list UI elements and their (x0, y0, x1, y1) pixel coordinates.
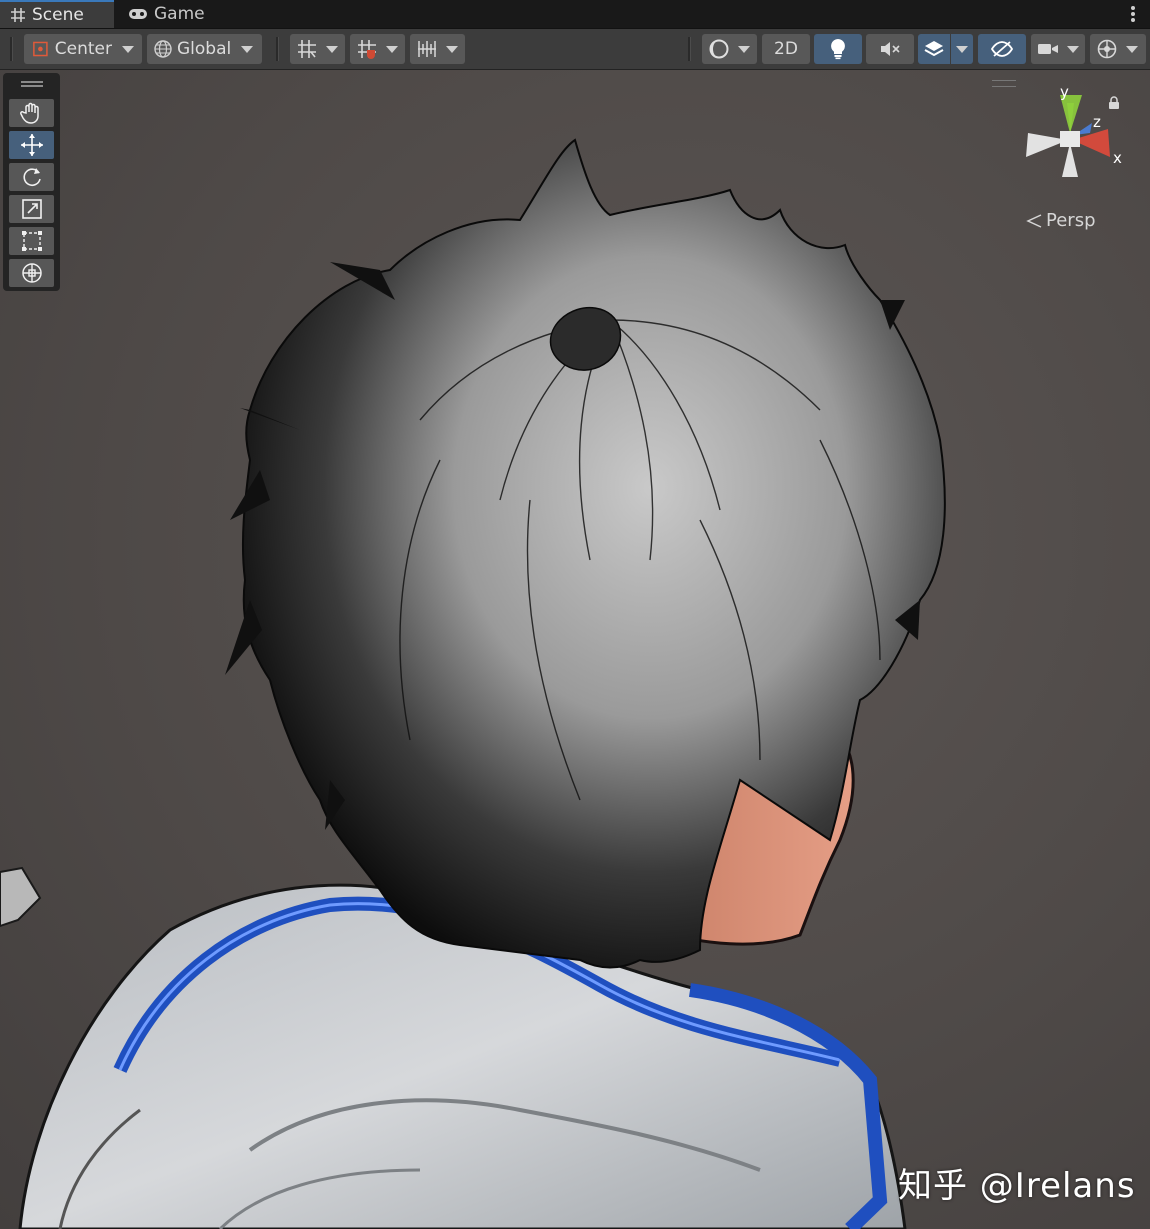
projection-toggle[interactable]: Persp (1026, 210, 1096, 231)
grid-visibility-dropdown[interactable] (290, 34, 345, 64)
pivot-center-icon (33, 41, 48, 57)
chevron-down-icon (1126, 45, 1138, 53)
scene-toolbar: Center Global 2D (0, 29, 1150, 70)
tab-scene[interactable]: Scene (0, 0, 114, 28)
palette-grip[interactable] (21, 81, 43, 87)
more-options-icon[interactable] (1130, 4, 1136, 24)
tool-palette (3, 73, 60, 291)
effects-dropdown[interactable] (951, 34, 973, 64)
gizmos-icon (1097, 39, 1117, 59)
hand-tool-icon (19, 102, 39, 124)
tab-game[interactable]: Game (118, 0, 238, 28)
gamepad-icon (129, 9, 147, 19)
camera-settings-dropdown[interactable] (1031, 34, 1085, 64)
chevron-down-icon (241, 45, 254, 53)
lighting-toggle[interactable] (814, 34, 862, 64)
hidden-eye-icon (990, 41, 1014, 57)
grid-axis-icon (298, 40, 316, 58)
hand-tool-button[interactable] (9, 99, 54, 127)
toolbar-separator (276, 37, 279, 61)
effects-toggle[interactable] (918, 34, 950, 64)
effects-layers-icon (924, 41, 944, 57)
scene-visibility-toggle[interactable] (978, 34, 1026, 64)
globe-icon (154, 40, 172, 58)
gizmo-center-cube[interactable] (1060, 131, 1080, 147)
tab-scene-label: Scene (32, 5, 84, 25)
pivot-mode-dropdown[interactable]: Center (24, 34, 142, 64)
chevron-down-icon (956, 45, 968, 53)
gizmos-dropdown[interactable] (1090, 34, 1146, 64)
snap-icon (358, 40, 376, 59)
rotate-tool-icon (22, 168, 41, 186)
scene-window: Scene Game Center Global 2D y z x Persp … (0, 0, 1150, 1229)
rotate-tool-button[interactable] (9, 163, 54, 191)
scale-tool-button[interactable] (9, 195, 54, 223)
pivot-rotation-dropdown[interactable]: Global (147, 34, 262, 64)
toggle-2d-button[interactable]: 2D (762, 34, 810, 64)
grid-snapping-dropdown[interactable] (350, 34, 405, 64)
transform-tool-icon (21, 263, 42, 283)
axis-x-label: x (1113, 149, 1122, 167)
chevron-down-icon (386, 45, 398, 53)
move-tool-button[interactable] (9, 131, 54, 159)
grid-icon (11, 8, 25, 22)
chevron-down-icon (446, 45, 458, 53)
scene-viewport[interactable]: y z x Persp 知乎 @Irelans (0, 70, 1150, 1229)
move-tool-icon (20, 134, 43, 156)
rect-tool-button[interactable] (9, 227, 54, 255)
tab-bar: Scene Game (0, 0, 1150, 29)
increment-snap-icon (418, 41, 436, 57)
axis-z-label: z (1093, 113, 1101, 131)
chevron-down-icon (326, 45, 338, 53)
chevron-down-icon (738, 45, 750, 53)
increment-snap-dropdown[interactable] (410, 34, 465, 64)
axis-y-label: y (1060, 85, 1069, 101)
perspective-icon (1026, 213, 1042, 228)
audio-muted-icon (881, 42, 900, 56)
scale-tool-icon (21, 199, 42, 219)
toolbar-separator (688, 37, 691, 61)
watermark: 知乎 @Irelans (898, 1166, 1136, 1206)
projection-label: Persp (1046, 210, 1096, 231)
tab-game-label: Game (154, 4, 205, 24)
toolbar-grip (10, 37, 13, 61)
rect-tool-icon (21, 231, 42, 251)
shading-mode-dropdown[interactable] (702, 34, 757, 64)
pivot-mode-label: Center (54, 39, 112, 59)
orientation-gizmo[interactable]: y z x (1010, 85, 1130, 195)
chevron-down-icon (1067, 45, 1079, 53)
toggle-2d-label: 2D (774, 39, 798, 59)
neg-y-axis-cone[interactable] (1062, 143, 1078, 177)
camera-icon (1038, 44, 1058, 54)
audio-toggle[interactable] (866, 34, 914, 64)
shading-mode-icon (709, 39, 729, 59)
chevron-down-icon (122, 45, 134, 53)
pivot-rotation-label: Global (177, 39, 232, 59)
lightbulb-icon (831, 39, 845, 60)
character-model-render (0, 138, 946, 1229)
transform-tool-button[interactable] (9, 259, 54, 287)
